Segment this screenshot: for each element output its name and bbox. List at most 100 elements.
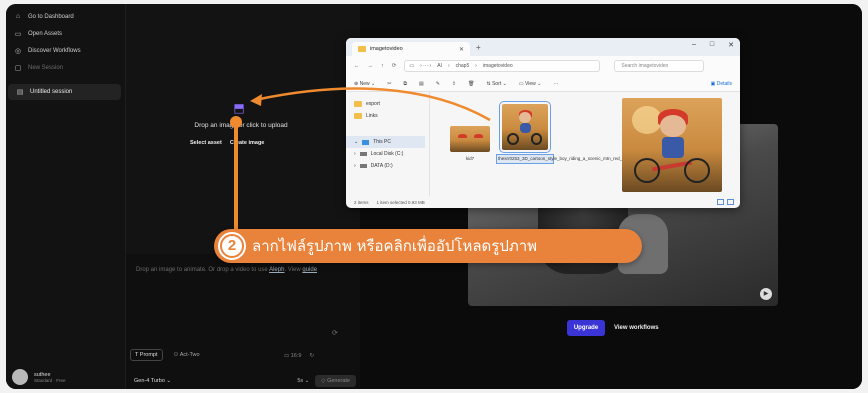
thumb-bg	[450, 126, 490, 152]
preview-wheel	[684, 158, 710, 183]
avatar	[12, 369, 28, 385]
delete-icon[interactable]: 🗑	[468, 81, 474, 87]
share-icon[interactable]: ⇪	[452, 81, 456, 87]
file-name-selected[interactable]: thesrr0253_3D_cartoon_style_boy_riding_a…	[496, 154, 637, 164]
reset-icon[interactable]: ↻	[309, 353, 314, 359]
generate-button[interactable]: ◇ Generate	[315, 375, 356, 387]
file-name-kid7[interactable]: kid7	[450, 156, 490, 162]
back-icon[interactable]: ←	[354, 63, 360, 69]
file-thumbnail-selected[interactable]	[499, 101, 551, 153]
view-workflows-button[interactable]: View workflows	[614, 320, 659, 336]
nav-item-export[interactable]: export	[346, 98, 429, 110]
nav-label: This PC	[373, 139, 391, 145]
nav-label: DATA (D:)	[370, 163, 393, 169]
generate-label: Generate	[327, 378, 350, 384]
drive-icon	[359, 164, 367, 168]
view-button[interactable]: ▭ View ⌄	[519, 81, 541, 87]
rename-icon[interactable]: ✎	[436, 81, 440, 87]
explorer-search-input[interactable]: Search imagetovideo	[614, 60, 705, 72]
thumbnail-view-icon[interactable]	[727, 199, 734, 205]
act-two-label: Act-Two	[179, 352, 200, 358]
nav-item-links[interactable]: Links	[346, 110, 429, 122]
list-view-icon[interactable]	[717, 199, 724, 205]
input-panel: ⬒ Drop an image or click to upload Selec…	[126, 4, 360, 389]
model-label: Gen-4 Turbo	[134, 378, 165, 384]
upgrade-button[interactable]: Upgrade	[567, 320, 605, 336]
folder-icon: ▭	[14, 30, 22, 38]
prompt-mode-button[interactable]: T Prompt	[130, 349, 163, 361]
nav-item-this-pc[interactable]: ⌄ This PC	[346, 136, 425, 148]
nav-item-local-disk[interactable]: › Local Disk (C:)	[346, 148, 429, 160]
sort-label: Sort	[492, 80, 502, 87]
sidebar-item-untitled-session[interactable]: ▤ Untitled session	[8, 84, 121, 100]
new-button[interactable]: ⊕ New ⌄	[354, 81, 375, 87]
thumb-body	[520, 123, 531, 134]
maximize-icon[interactable]: □	[710, 41, 714, 49]
forward-icon[interactable]: →	[368, 63, 374, 69]
nav-label: export	[366, 101, 380, 107]
nav-label: Local Disk (C:)	[370, 151, 404, 157]
new-session-icon: ▢	[14, 64, 22, 72]
file-preview-large	[622, 98, 722, 192]
step-number-badge: 2	[218, 232, 246, 260]
refresh-icon[interactable]: ⟳	[392, 63, 397, 69]
ratio-label: 16:9	[290, 353, 302, 359]
status-items: 2 items	[354, 200, 369, 205]
sidebar-item-label: New Session	[28, 64, 64, 71]
user-plan: Standard · Free	[34, 377, 66, 383]
breadcrumb-ai[interactable]: AI	[437, 63, 442, 69]
cut-icon[interactable]: ✂	[387, 81, 391, 87]
sidebar-item-label: Untitled session	[30, 89, 73, 95]
select-asset-button[interactable]: Select asset	[190, 140, 222, 146]
explorer-tab[interactable]: imagetovideo ✕	[352, 42, 470, 56]
sidebar-item-assets[interactable]: ▭ Open Assets	[6, 25, 125, 42]
copy-icon[interactable]: ⧉	[403, 81, 407, 87]
sidebar-item-workflows[interactable]: ◎ Discover Workflows	[6, 42, 125, 59]
close-window-icon[interactable]: ✕	[728, 41, 734, 49]
drive-icon	[359, 152, 367, 156]
sidebar-item-dashboard[interactable]: ⌂ Go to Dashboard	[6, 8, 125, 25]
view-label: View	[524, 80, 536, 87]
nav-item-data[interactable]: › DATA (D:)	[346, 160, 429, 172]
act-two-button[interactable]: ⚇ Act-Two	[169, 349, 205, 361]
aspect-ratio-select[interactable]: ▭ 16:9	[284, 353, 301, 359]
folder-icon	[354, 101, 362, 107]
play-icon[interactable]: ▶	[760, 288, 772, 300]
settings-icon[interactable]: ⟳	[332, 329, 338, 337]
annotation-dot	[230, 116, 242, 128]
upload-image-icon[interactable]: ⬒	[231, 100, 247, 116]
thumb-wheel	[506, 133, 519, 146]
discover-icon: ◎	[14, 47, 22, 55]
up-icon[interactable]: ↑	[381, 63, 384, 69]
model-select[interactable]: Gen-4 Turbo ⌄	[134, 378, 297, 384]
minimize-icon[interactable]: –	[692, 41, 696, 49]
sidebar-item-label: Go to Dashboard	[28, 13, 74, 20]
prompt-label: Prompt	[139, 352, 158, 358]
duration-select[interactable]: 5s ⌄	[297, 378, 309, 384]
details-button[interactable]: ▣ Details	[711, 81, 732, 87]
user-profile[interactable]: suthee Standard · Free	[12, 369, 66, 385]
thumb-figure	[474, 133, 483, 139]
more-icon[interactable]: ···	[553, 81, 558, 87]
address-bar[interactable]: ▭ › ··· › AI › chap5 › imagetovideo	[404, 60, 601, 72]
file-explorer-window: imagetovideo ✕ + – □ ✕ ← → ↑ ⟳ ▭ › ··· ›…	[346, 38, 740, 208]
new-tab-icon[interactable]: +	[476, 43, 481, 52]
guide-link[interactable]: guide	[302, 267, 317, 273]
breadcrumb-chap5[interactable]: chap5	[456, 63, 470, 69]
sidebar: ⌂ Go to Dashboard ▭ Open Assets ◎ Discov…	[6, 4, 126, 389]
folder-icon	[358, 46, 366, 52]
breadcrumb-folder[interactable]: imagetovideo	[483, 63, 513, 69]
paste-icon[interactable]: ▤	[419, 81, 424, 87]
preview-body	[662, 137, 684, 159]
sort-button[interactable]: ⇅ Sort ⌄	[486, 81, 506, 87]
sidebar-item-new-session[interactable]: ▢ New Session	[6, 59, 125, 76]
upload-dropzone[interactable]: ⬒ Drop an image or click to upload Selec…	[126, 4, 360, 254]
annotation-line	[234, 122, 238, 234]
close-tab-icon[interactable]: ✕	[459, 46, 464, 53]
monitor-icon: ▭	[409, 63, 415, 69]
nav-label: Links	[366, 113, 378, 119]
aleph-link[interactable]: Aleph	[269, 267, 284, 273]
hint-main: Drop an image to animate. Or drop a vide…	[136, 267, 268, 273]
explorer-nav-pane: export Links ⌄ This PC › Local Disk (C:)…	[346, 92, 430, 196]
file-thumbnail-kid7[interactable]	[450, 126, 490, 152]
